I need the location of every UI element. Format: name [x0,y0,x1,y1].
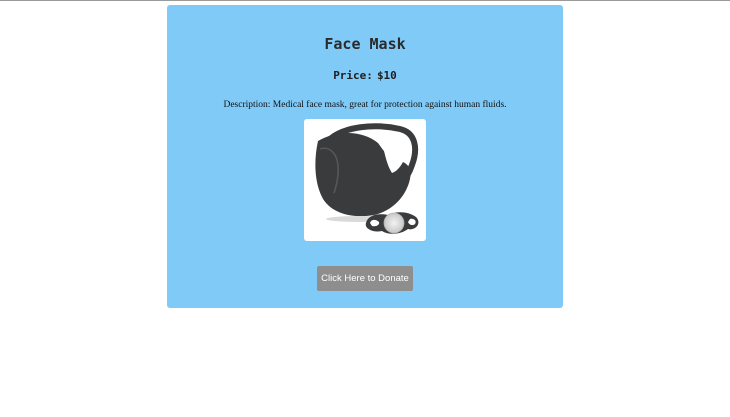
description-text: Medical face mask, great for protection … [272,100,507,110]
description-label: Description: [223,100,271,110]
product-card: Face Mask Price: $10 Description: Medical… [167,5,563,308]
face-mask-image [315,123,419,234]
price-value: $10 [376,69,397,82]
price-label: Price: [333,69,373,82]
top-border [0,0,730,1]
product-image [304,119,426,241]
donate-button[interactable]: Click Here to Donate [317,266,413,291]
product-description: Description: Medical face mask, great fo… [167,100,563,110]
product-title: Face Mask [324,35,406,53]
product-price: Price: $10 [167,69,563,82]
